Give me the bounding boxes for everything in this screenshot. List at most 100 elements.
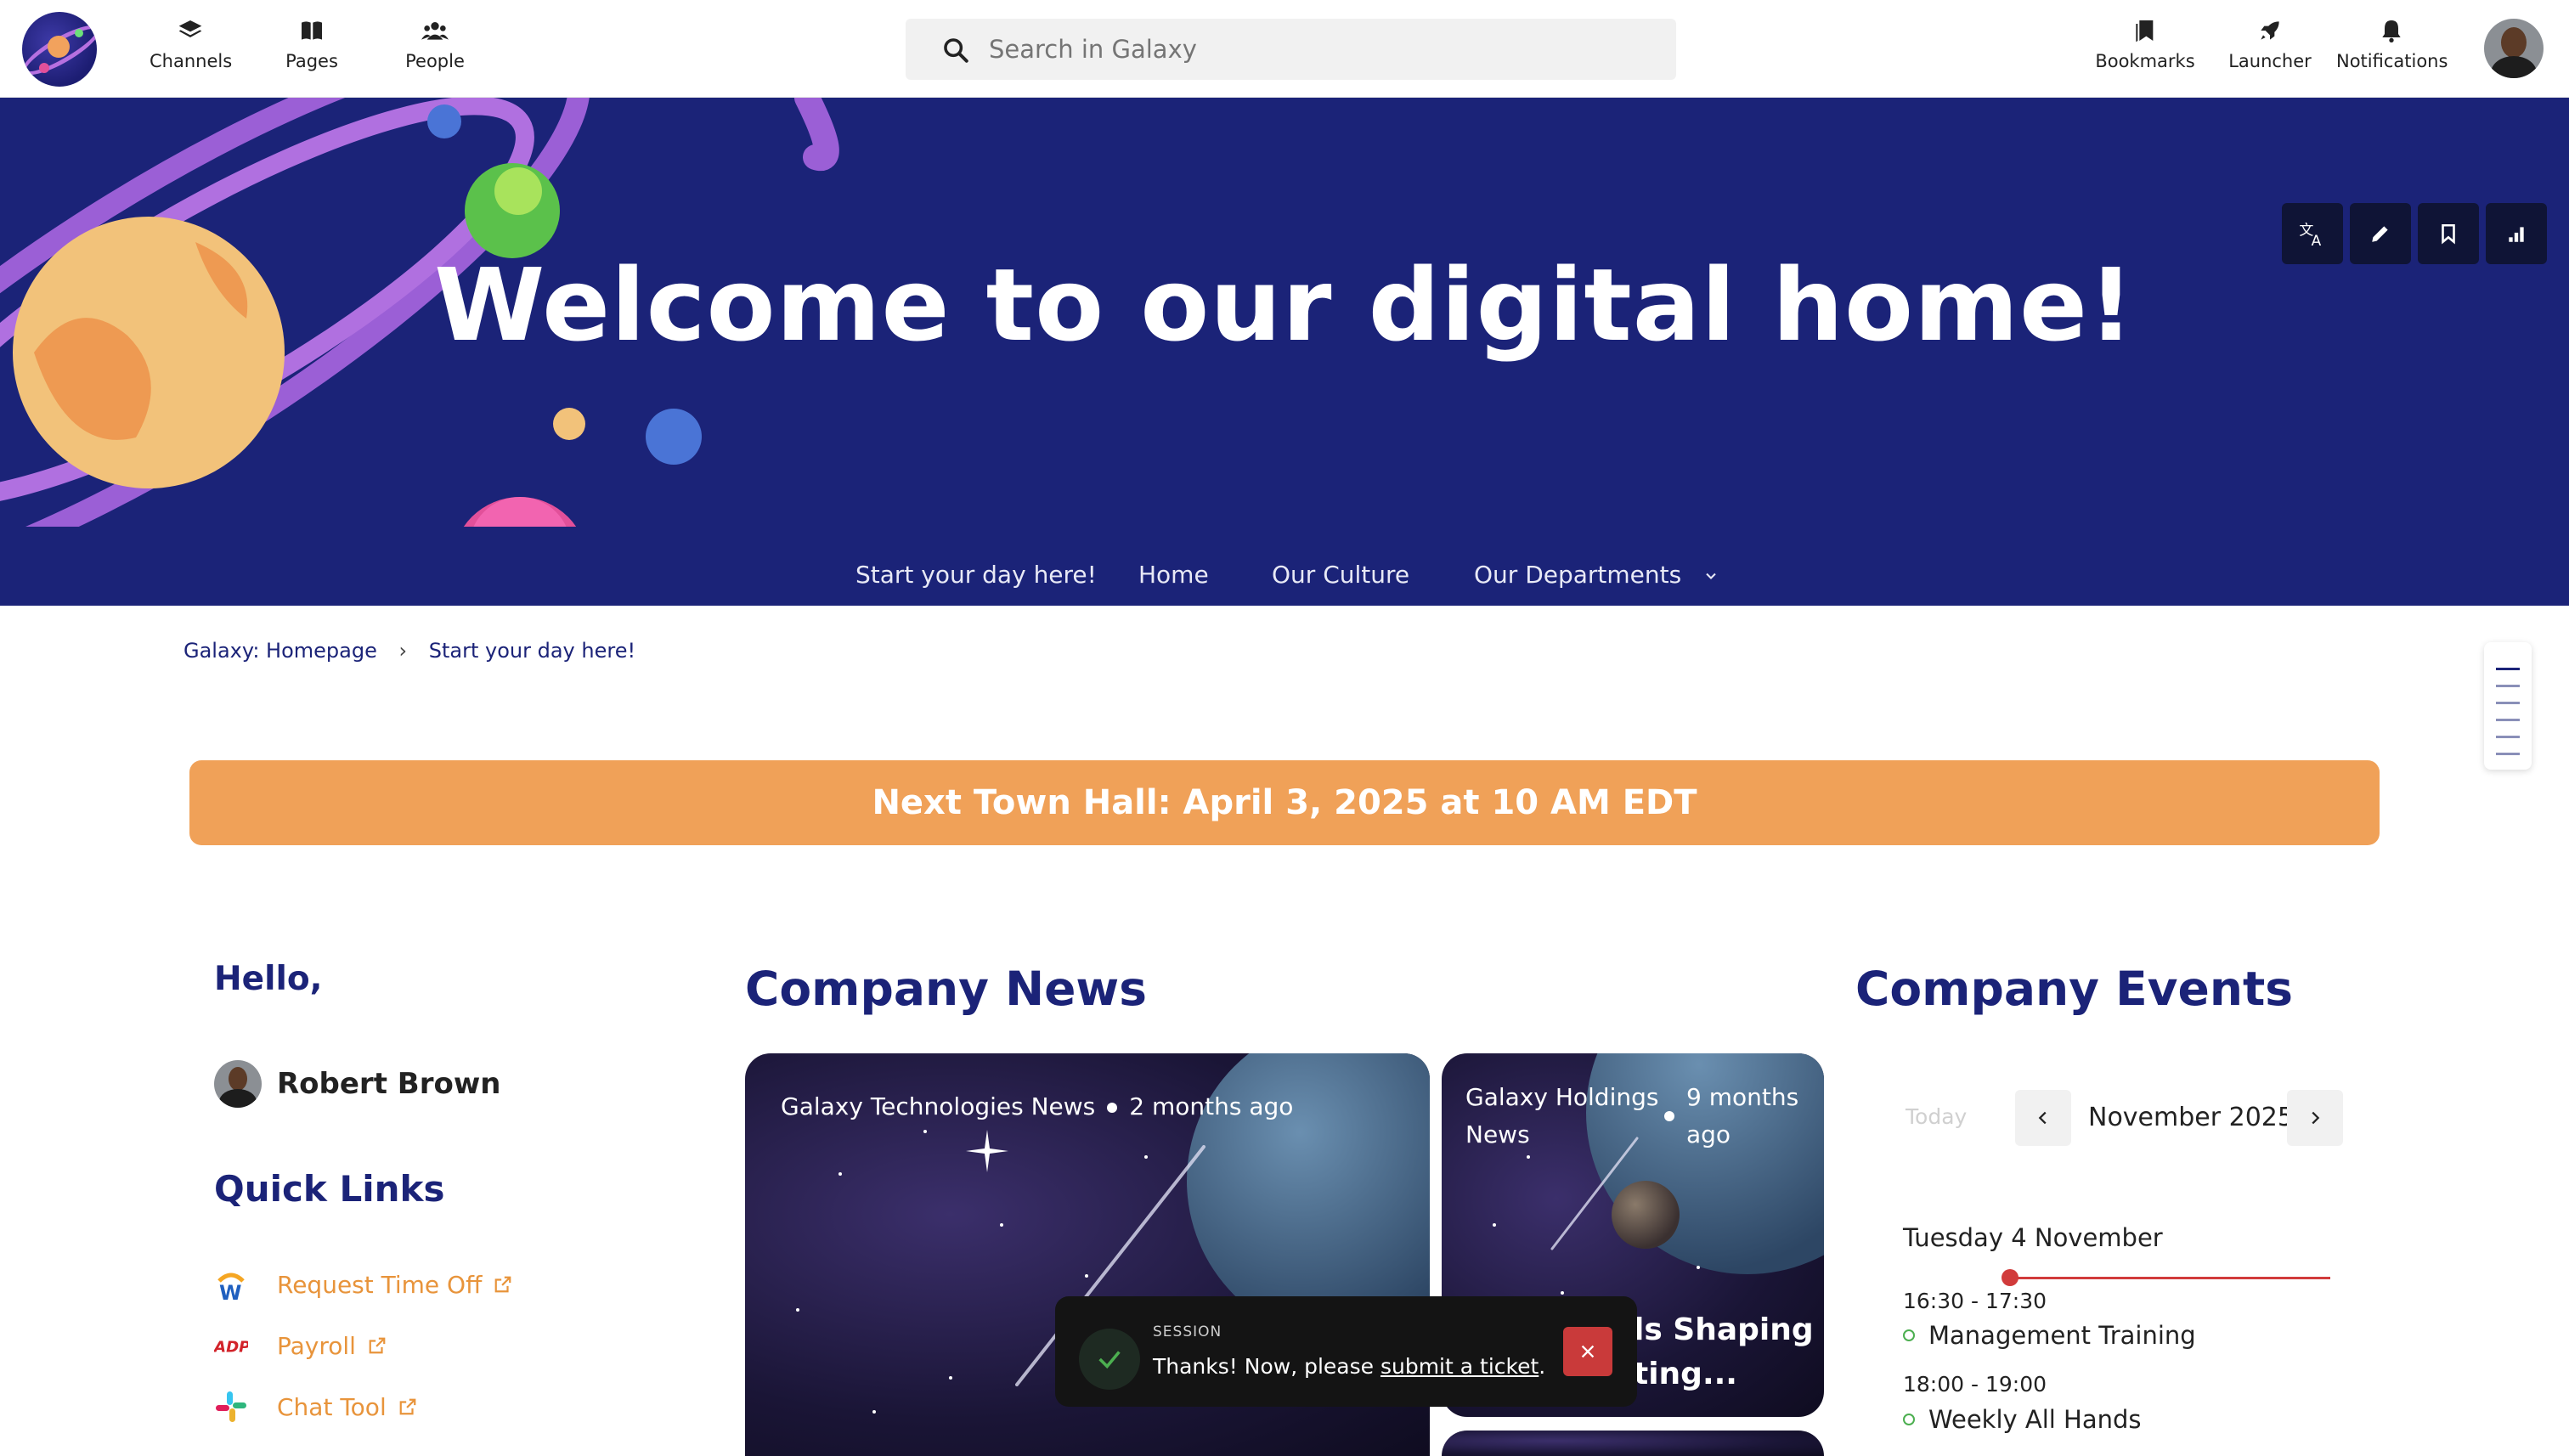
quick-link-label: Chat Tool — [277, 1392, 387, 1421]
user-profile-avatar — [214, 1060, 262, 1108]
hero-toolbar: 文A — [2282, 203, 2547, 264]
book-icon — [302, 21, 322, 40]
town-hall-banner-text: Next Town Hall: April 3, 2025 at 10 AM E… — [872, 783, 1697, 822]
calendar-month: November 2025 — [2088, 1103, 2294, 1132]
bookmarks-icon — [2136, 20, 2154, 42]
news-headline-line: ls Shaping — [1634, 1312, 1814, 1347]
analytics-button[interactable] — [2486, 203, 2547, 264]
top-navigation-bar: Channels Pages People Bookmarks Launcher… — [0, 0, 2569, 98]
event-time: 18:00 - 19:00 — [1903, 1372, 2047, 1397]
quick-links-title: Quick Links — [214, 1168, 445, 1210]
news-time: 2 months ago — [1129, 1092, 1294, 1120]
breadcrumb-current[interactable]: Start your day here! — [429, 639, 635, 663]
workday-icon: W — [214, 1267, 248, 1301]
slack-icon — [214, 1390, 248, 1424]
table-of-contents-toggle[interactable] — [2484, 642, 2532, 770]
external-link-icon — [369, 1337, 386, 1354]
nav-notifications-label: Notifications — [2336, 51, 2448, 71]
submit-ticket-link[interactable]: submit a ticket — [1380, 1354, 1539, 1379]
news-headline-line: ting... — [1634, 1357, 1737, 1391]
news-source-line: News — [1465, 1120, 1530, 1148]
svg-text:ADP: ADP — [214, 1338, 248, 1356]
town-hall-banner: Next Town Hall: April 3, 2025 at 10 AM E… — [189, 760, 2380, 845]
nav-channels-label: Channels — [150, 51, 233, 71]
page-navigation: Start your day here! Home Our Culture Ou… — [0, 535, 2569, 606]
nav-our-departments-label: Our Departments — [1474, 561, 1682, 589]
chevron-right-icon: › — [398, 639, 408, 663]
news-source-line: Galaxy Holdings — [1465, 1083, 1659, 1111]
nav-launcher-label: Launcher — [2228, 51, 2312, 71]
news-source: Galaxy Technologies News — [781, 1092, 1096, 1120]
nav-notifications[interactable]: Notifications — [2336, 17, 2448, 71]
toast-close-button[interactable] — [1563, 1327, 1612, 1376]
external-link-icon — [495, 1276, 511, 1293]
toast-message-suffix: . — [1539, 1354, 1546, 1379]
close-icon — [1581, 1345, 1595, 1358]
adp-icon: ADP — [214, 1329, 248, 1363]
nav-our-culture[interactable]: Our Culture — [1272, 561, 1409, 589]
nav-pages-label: Pages — [285, 51, 338, 71]
event-status-icon — [1903, 1414, 1915, 1425]
nav-home[interactable]: Home — [1138, 561, 1209, 589]
session-toast: SESSION Thanks! Now, please submit a tic… — [1055, 1296, 1637, 1407]
event-status-icon — [1903, 1329, 1915, 1341]
quick-link-label: Request Time Off — [277, 1270, 483, 1299]
external-link-icon — [399, 1398, 416, 1415]
next-month-button[interactable] — [2287, 1090, 2343, 1146]
toast-message-prefix: Thanks! Now, please — [1153, 1354, 1380, 1379]
search-icon — [944, 38, 968, 63]
news-card[interactable] — [1442, 1431, 1824, 1456]
nav-our-departments[interactable]: Our Departments — [1474, 561, 1719, 589]
bookmark-icon — [2442, 223, 2455, 245]
news-headline: ls Shaping ting... — [1634, 1308, 1814, 1397]
news-source: Galaxy Holdings News — [1465, 1079, 1658, 1154]
galaxy-logo[interactable] — [22, 12, 97, 87]
nav-bookmarks[interactable]: Bookmarks — [2095, 17, 2195, 71]
translate-icon: 文A — [2299, 222, 2321, 248]
quick-link-payroll[interactable]: ADP Payroll — [214, 1329, 387, 1363]
news-time-line: 9 months — [1686, 1083, 1799, 1111]
company-events-title: Company Events — [1855, 962, 2294, 1016]
quick-link-chat-tool[interactable]: Chat Tool — [214, 1390, 417, 1424]
toast-message: Thanks! Now, please submit a ticket. — [1153, 1354, 1545, 1379]
user-name: Robert Brown — [277, 1067, 501, 1101]
edit-button[interactable] — [2350, 203, 2411, 264]
previous-month-button[interactable] — [2015, 1090, 2071, 1146]
rocket-icon — [2261, 21, 2279, 40]
nav-channels[interactable]: Channels — [150, 17, 233, 71]
chevron-left-icon — [2038, 1111, 2047, 1125]
event-name[interactable]: Weekly All Hands — [1928, 1405, 2142, 1434]
greeting: Hello, — [214, 960, 323, 998]
event-day-heading: Tuesday 4 November — [1903, 1223, 2163, 1252]
news-time: 9 months ago — [1686, 1079, 1798, 1154]
hero-banner: Welcome to our digital home! 文A Start yo… — [0, 98, 2569, 606]
nav-people[interactable]: People — [403, 17, 467, 71]
translate-button[interactable]: 文A — [2282, 203, 2343, 264]
current-time-marker — [2002, 1269, 2019, 1286]
chevron-right-icon — [2312, 1111, 2320, 1125]
nav-people-label: People — [405, 51, 465, 71]
today-button[interactable]: Today — [1906, 1104, 1967, 1129]
chevron-down-icon — [1706, 573, 1716, 579]
nav-launcher[interactable]: Launcher — [2226, 17, 2314, 71]
event-time: 16:30 - 17:30 — [1903, 1289, 2047, 1313]
breadcrumb-root[interactable]: Galaxy: Homepage — [184, 639, 377, 663]
hero-title: Welcome to our digital home! — [434, 246, 2135, 364]
search-bar[interactable] — [906, 19, 1676, 80]
user-profile[interactable]: Robert Brown — [214, 1060, 500, 1108]
check-icon — [1079, 1329, 1140, 1390]
analytics-icon — [2509, 227, 2524, 242]
quick-link-request-time-off[interactable]: W Request Time Off — [214, 1267, 512, 1301]
svg-text:W: W — [219, 1281, 241, 1301]
user-avatar[interactable] — [2484, 19, 2544, 78]
news-time-line: ago — [1686, 1120, 1731, 1148]
breadcrumb: Galaxy: Homepage › Start your day here! — [184, 639, 635, 663]
toast-label: SESSION — [1153, 1323, 1222, 1340]
nav-start-your-day[interactable]: Start your day here! — [855, 561, 1097, 589]
bookmark-button[interactable] — [2418, 203, 2479, 264]
sparkle-graphic — [966, 1130, 1008, 1172]
quick-link-label: Payroll — [277, 1331, 356, 1360]
nav-pages[interactable]: Pages — [280, 17, 343, 71]
event-name[interactable]: Management Training — [1928, 1321, 2196, 1350]
search-input[interactable] — [989, 31, 1652, 68]
